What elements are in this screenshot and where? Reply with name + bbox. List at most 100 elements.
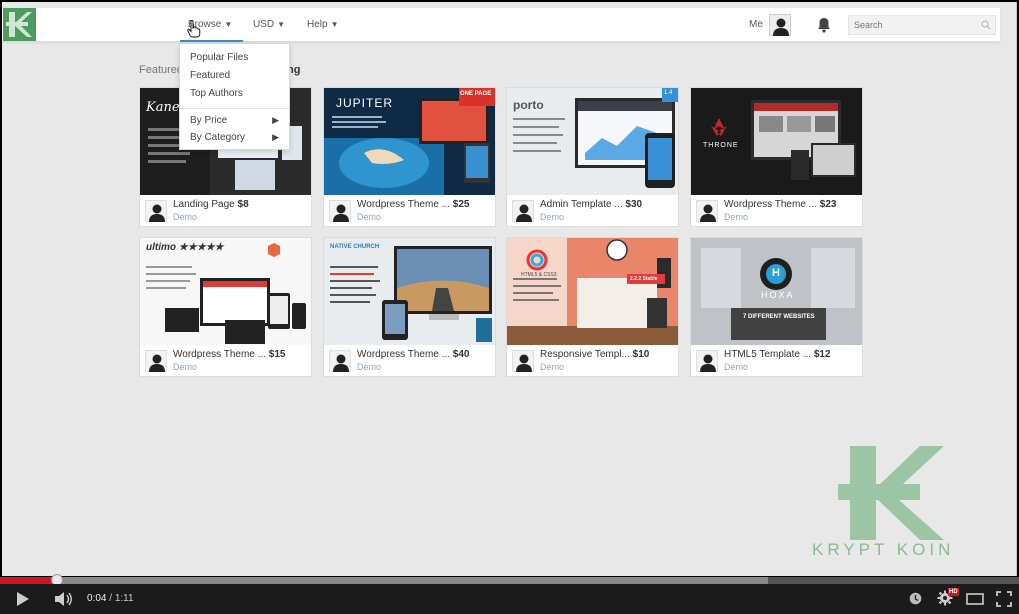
- product-name: Wordpress Theme ...: [357, 199, 450, 210]
- menu-item-popular-files[interactable]: Popular Files: [190, 52, 248, 63]
- thumbnail-banner: porto: [513, 98, 544, 112]
- demo-link[interactable]: Demo: [357, 362, 381, 372]
- product-title[interactable]: Wordpress Theme ... $40: [357, 349, 469, 360]
- thumbnail-banner: THRONE: [703, 142, 739, 149]
- demo-link[interactable]: Demo: [173, 212, 197, 222]
- menu-divider: [180, 108, 289, 109]
- logo[interactable]: [3, 8, 36, 41]
- product-name: Landing Page: [173, 199, 235, 210]
- user-silhouette-icon: [773, 18, 789, 36]
- user-silhouette-icon: [516, 204, 532, 222]
- avatar[interactable]: [769, 14, 791, 36]
- thumbnail-ribbon: 1.4: [664, 90, 673, 96]
- top-navbar: Browse ▼ USD ▼ Help ▼ Me: [2, 8, 1000, 42]
- product-card[interactable]: ultimo ★★★★★ Wordpress Theme ... $15 Dem…: [139, 237, 312, 377]
- product-card[interactable]: THRONE Wordpress Theme ... $23 Demo: [690, 87, 863, 227]
- logo-k-icon: [6, 12, 32, 37]
- thumbnail-ribbon: 2.2.2 Stable: [630, 276, 658, 282]
- thumbnail-banner: JUPITER: [336, 96, 394, 110]
- search-icon[interactable]: [981, 20, 991, 30]
- avatar: [512, 350, 534, 372]
- nav-help-menu[interactable]: Help ▼: [307, 8, 339, 42]
- product-thumbnail[interactable]: NATIVE CHURCH: [324, 238, 495, 345]
- product-name: Admin Template ...: [540, 199, 623, 210]
- menu-item-featured[interactable]: Featured: [190, 70, 230, 81]
- menu-item-by-price[interactable]: By Price: [190, 115, 227, 126]
- demo-link[interactable]: Demo: [724, 362, 748, 372]
- avatar: [329, 200, 351, 222]
- product-card[interactable]: NATIVE CHURCH Wordpress Theme ... $40 De…: [323, 237, 496, 377]
- chevron-down-icon: ▼: [224, 20, 233, 29]
- play-icon[interactable]: [16, 591, 30, 607]
- avatar: [696, 350, 718, 372]
- video-player: Browse ▼ USD ▼ Help ▼ Me Search Featured…: [0, 0, 1019, 614]
- product-title[interactable]: Wordpress Theme ... $15: [173, 349, 285, 360]
- product-thumbnail[interactable]: H HOXA 7 DIFFERENT WEBSITES: [691, 238, 862, 345]
- watch-later-clock-icon[interactable]: [909, 592, 922, 605]
- thumbnail-logo-letter: H: [772, 267, 780, 279]
- thumbnail-ribbon: ONE PAGE: [460, 91, 492, 97]
- demo-link[interactable]: Demo: [724, 212, 748, 222]
- menu-item-top-authors[interactable]: Top Authors: [190, 88, 243, 99]
- product-thumbnail[interactable]: HTML5 & CSS3 2.2.2 Stable: [507, 238, 678, 345]
- progress-played: [0, 577, 58, 584]
- product-name: Responsive Templ...: [540, 349, 630, 360]
- user-silhouette-icon: [333, 354, 349, 372]
- product-thumbnail[interactable]: ultimo ★★★★★: [140, 238, 311, 345]
- product-name: Wordpress Theme ...: [357, 349, 450, 360]
- product-title[interactable]: Landing Page $8: [173, 199, 249, 210]
- thumbnail-image: [507, 238, 678, 345]
- user-menu-label[interactable]: Me: [749, 8, 763, 42]
- product-thumbnail[interactable]: porto 1.4: [507, 88, 678, 195]
- demo-link[interactable]: Demo: [540, 212, 564, 222]
- chevron-right-icon: ▶: [272, 115, 279, 125]
- section-title: Featured: [139, 64, 184, 76]
- user-silhouette-icon: [700, 204, 716, 222]
- thumbnail-banner: ultimo ★★★★★: [146, 242, 224, 253]
- time-total: 1:11: [114, 593, 134, 604]
- product-title[interactable]: Wordpress Theme ... $25: [357, 199, 469, 210]
- demo-link[interactable]: Demo: [357, 212, 381, 222]
- product-title[interactable]: Wordpress Theme ... $23: [724, 199, 836, 210]
- nav-currency-menu[interactable]: USD ▼: [253, 8, 285, 42]
- progress-buffered: [0, 577, 769, 584]
- product-card[interactable]: HTML5 & CSS3 2.2.2 Stable Responsive Tem…: [506, 237, 679, 377]
- fullscreen-icon[interactable]: [996, 591, 1012, 607]
- product-card[interactable]: JUPITER ONE PAGE Wordpress Theme ... $25…: [323, 87, 496, 227]
- avatar: [145, 200, 167, 222]
- product-price: $12: [813, 349, 831, 360]
- thumbnail-banner: Kane: [146, 100, 180, 115]
- product-thumbnail[interactable]: JUPITER ONE PAGE: [324, 88, 495, 195]
- player-controls: [0, 584, 1019, 614]
- video-frame[interactable]: Browse ▼ USD ▼ Help ▼ Me Search Featured…: [2, 2, 1017, 576]
- product-price: $40: [452, 349, 470, 360]
- product-title[interactable]: Responsive Templ... $10: [540, 349, 649, 360]
- avatar: [145, 350, 167, 372]
- user-silhouette-icon: [149, 354, 165, 372]
- product-price: $8: [237, 199, 249, 210]
- theater-mode-icon[interactable]: [966, 593, 984, 605]
- product-card[interactable]: H HOXA 7 DIFFERENT WEBSITES HTML5 Templa…: [690, 237, 863, 377]
- volume-icon[interactable]: [54, 591, 74, 607]
- user-silhouette-icon: [516, 354, 532, 372]
- hd-badge: HD: [948, 588, 959, 596]
- product-thumbnail[interactable]: THRONE: [691, 88, 862, 195]
- time-separator: /: [109, 593, 113, 604]
- menu-item-by-category[interactable]: By Category: [190, 132, 245, 143]
- product-title[interactable]: HTML5 Template ... $12: [724, 349, 831, 360]
- avatar: [696, 200, 718, 222]
- bell-icon[interactable]: [817, 17, 831, 33]
- product-card[interactable]: porto 1.4 Admin Template ... $30 Demo: [506, 87, 679, 227]
- browse-dropdown-menu: Popular Files Featured Top Authors By Pr…: [179, 43, 290, 150]
- thumbnail-image: [324, 238, 495, 345]
- user-silhouette-icon: [333, 204, 349, 222]
- chevron-right-icon: ▶: [272, 132, 279, 142]
- search-input[interactable]: [848, 15, 996, 35]
- product-title[interactable]: Admin Template ... $30: [540, 199, 642, 210]
- demo-link[interactable]: Demo: [540, 362, 564, 372]
- product-price: $30: [625, 199, 643, 210]
- demo-link[interactable]: Demo: [173, 362, 197, 372]
- avatar: [329, 350, 351, 372]
- nav-help-label: Help: [307, 19, 328, 30]
- user-silhouette-icon: [700, 354, 716, 372]
